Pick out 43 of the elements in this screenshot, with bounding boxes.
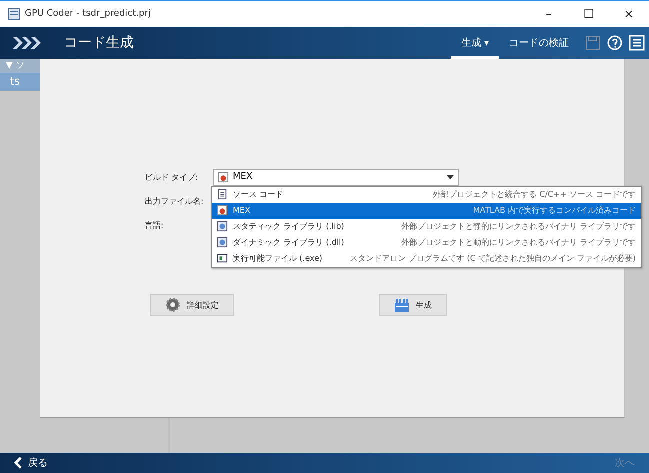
help-icon[interactable] (607, 35, 623, 51)
app-icon (8, 8, 20, 20)
dropdown-option[interactable]: MEX MATLAB 内で実行するコンパイル済みコード (212, 202, 641, 218)
option-label: MEX (233, 206, 250, 215)
page-title: コード生成 (64, 34, 134, 52)
dropdown-option[interactable]: ソース コード 外部プロジェクトと統合する C/C++ ソース コードです (212, 186, 641, 202)
gear-icon (165, 297, 181, 313)
dropdown-option[interactable]: スタティック ライブラリ (.lib) 外部プロジェクトと静的にリンクされるバイナリ ライブラリです (212, 218, 641, 234)
settings-button[interactable]: 詳細設定 (150, 294, 234, 316)
mex-icon (218, 172, 229, 182)
chevrons-icon (12, 36, 42, 50)
option-icon (217, 221, 228, 232)
sidebar-heading: ▼ ソ (0, 59, 40, 73)
dropdown-option[interactable]: ダイナミック ライブラリ (.dll) 外部プロジェクトと動的にリンクされるバイナリ ライブラリです (212, 234, 641, 250)
option-icon (217, 205, 228, 216)
field-label: ビルド タイプ: (145, 172, 200, 182)
header-menu[interactable]: 生成 ▾ (451, 27, 499, 59)
option-label: 実行可能ファイル (.exe) (233, 253, 323, 264)
field-label: 言語: (145, 220, 165, 230)
window-control[interactable]: × (609, 2, 649, 26)
window-title: GPU Coder - tsdr_predict.prj (25, 9, 151, 19)
window-control[interactable]: ☐ (569, 2, 609, 26)
dropdown-arrow-icon (447, 174, 454, 180)
option-icon (217, 237, 228, 248)
option-label: ソース コード (233, 189, 284, 200)
build-icon (394, 297, 410, 313)
option-label: スタティック ライブラリ (.lib) (233, 221, 344, 232)
option-icon (217, 189, 228, 200)
back-button[interactable]: 戻る (8, 455, 54, 471)
option-description: 外部プロジェクトと動的にリンクされるバイナリ ライブラリです (401, 237, 636, 248)
build-type-dropdown[interactable]: MEX (213, 168, 459, 186)
option-description: 外部プロジェクトと統合する C/C++ ソース コードです (433, 189, 636, 200)
option-description: MATLAB 内で実行するコンパイル済みコード (473, 205, 636, 216)
build-button[interactable]: 生成 (379, 294, 447, 316)
option-label: ダイナミック ライブラリ (.dll) (233, 237, 344, 248)
option-description: 外部プロジェクトと静的にリンクされるバイナリ ライブラリです (401, 221, 636, 232)
option-description: スタンドアロン プログラムです (C で記述された独自のメイン ファイルが必要) (350, 253, 636, 264)
option-icon (217, 253, 228, 264)
field-label: 出力ファイル名: (145, 196, 205, 206)
menu-icon[interactable] (629, 35, 645, 51)
dropdown-option[interactable]: 実行可能ファイル (.exe) スタンドアロン プログラムです (C で記述された独自のメイン ファイルが必要) (212, 250, 641, 266)
window-control[interactable]: – (529, 2, 569, 26)
header-menu[interactable]: コードの検証 (499, 27, 579, 59)
